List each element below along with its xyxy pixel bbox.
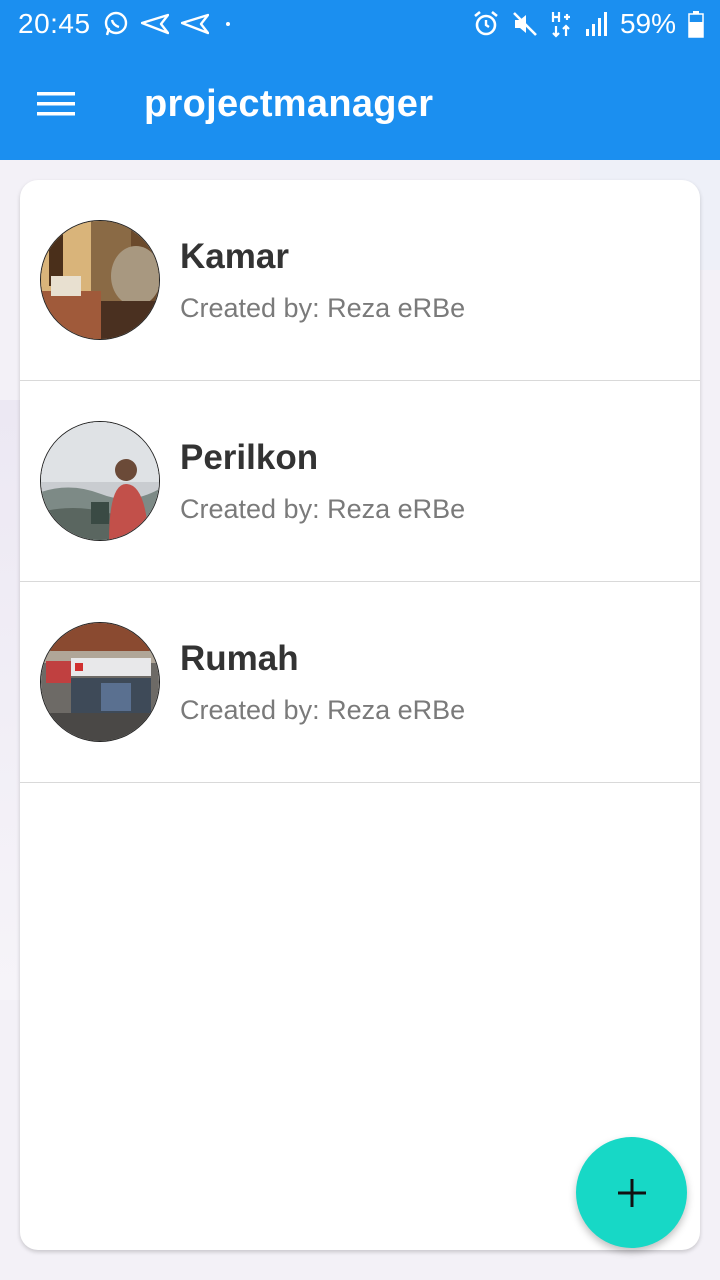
background-accent-left [0, 400, 22, 1000]
avatar [40, 421, 160, 541]
project-creator: Created by: Reza eRBe [180, 694, 466, 725]
project-item-rumah[interactable]: Rumah Created by: Reza eRBe [20, 582, 700, 783]
avatar [40, 622, 160, 742]
project-list-card: Kamar Created by: Reza eRBe Perilkon Cre… [20, 180, 700, 1250]
battery-percent: 59% [619, 8, 676, 39]
signal-icon [584, 11, 608, 37]
menu-button[interactable] [0, 48, 112, 160]
page-title: projectmanager [144, 82, 434, 125]
status-bar-left: 20:45 [18, 8, 235, 40]
status-bar-right: 59% [472, 8, 704, 40]
project-title: Perilkon [180, 437, 319, 477]
project-creator: Created by: Reza eRBe [180, 292, 466, 323]
network-h-plus-icon [550, 10, 572, 38]
mute-icon [512, 11, 538, 37]
dot-icon [221, 17, 235, 31]
alarm-icon [472, 10, 500, 38]
whatsapp-icon [103, 11, 129, 37]
project-item-kamar[interactable]: Kamar Created by: Reza eRBe [20, 180, 700, 381]
project-title: Rumah [180, 638, 299, 678]
avatar [40, 220, 160, 340]
status-bar: 20:45 59% [0, 0, 720, 48]
plus-icon [617, 1178, 646, 1207]
app-bar: projectmanager [0, 48, 720, 160]
project-title: Kamar [180, 236, 289, 276]
status-time: 20:45 [18, 8, 91, 39]
hamburger-menu-icon [37, 92, 75, 116]
project-creator: Created by: Reza eRBe [180, 493, 466, 524]
add-project-button[interactable] [576, 1137, 687, 1248]
telegram-icon [140, 13, 169, 35]
telegram-icon [180, 13, 209, 35]
battery-icon [688, 10, 704, 38]
project-item-perilkon[interactable]: Perilkon Created by: Reza eRBe [20, 381, 700, 582]
